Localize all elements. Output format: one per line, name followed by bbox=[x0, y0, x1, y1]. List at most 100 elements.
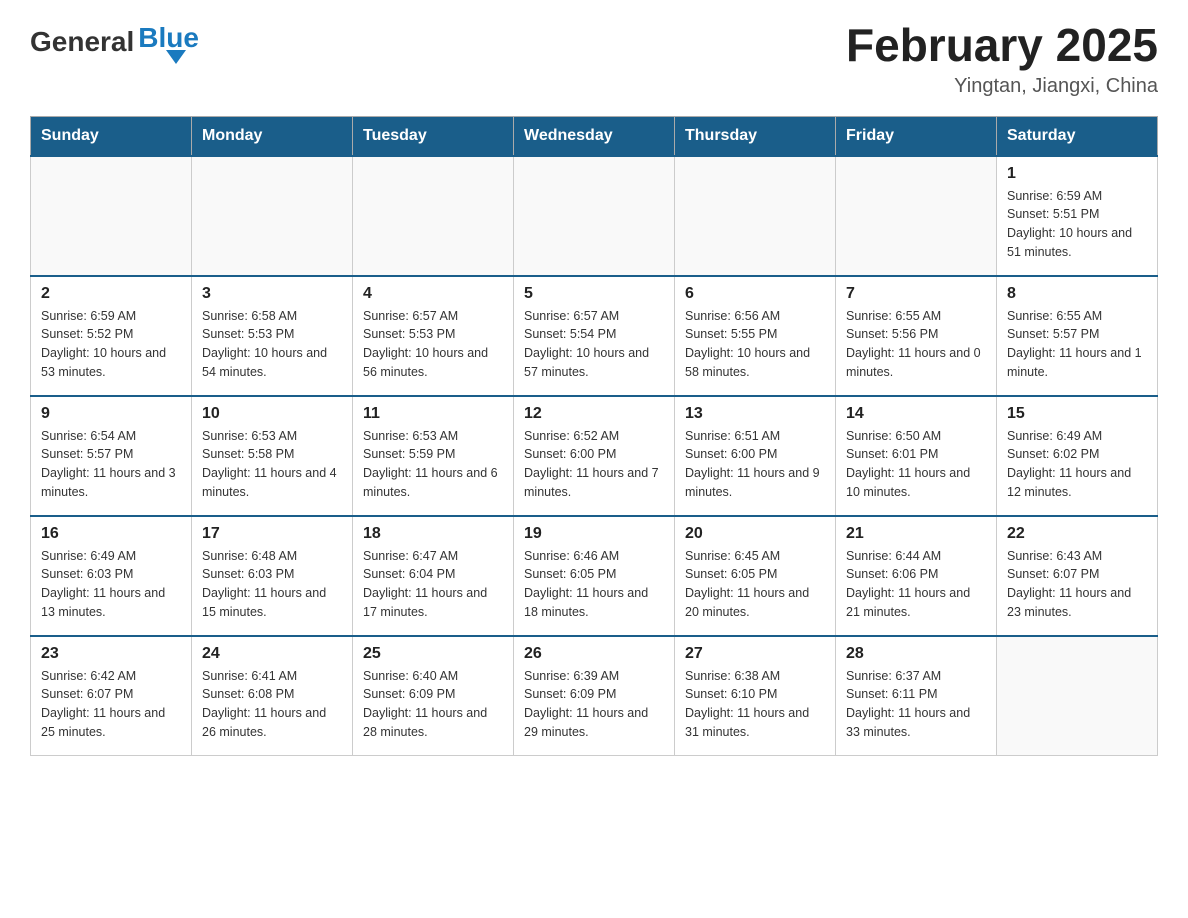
day-info: Sunrise: 6:58 AMSunset: 5:53 PMDaylight:… bbox=[202, 307, 342, 382]
day-number: 10 bbox=[202, 405, 342, 423]
col-thursday: Thursday bbox=[675, 116, 836, 156]
day-number: 12 bbox=[524, 405, 664, 423]
day-info: Sunrise: 6:59 AMSunset: 5:51 PMDaylight:… bbox=[1007, 187, 1147, 262]
calendar-day-32: 27 Sunrise: 6:38 AMSunset: 6:10 PMDayligh… bbox=[675, 636, 836, 756]
day-info: Sunrise: 6:40 AMSunset: 6:09 PMDaylight:… bbox=[363, 667, 503, 742]
day-number: 9 bbox=[41, 405, 181, 423]
calendar-day-13: 8Sunrise: 6:55 AMSunset: 5:57 PMDaylight… bbox=[997, 276, 1158, 396]
calendar-day-0 bbox=[31, 156, 192, 276]
day-number: 18 bbox=[363, 525, 503, 543]
week-row-0: 1 Sunrise: 6:59 AMSunset: 5:51 PMDaylight… bbox=[31, 156, 1158, 276]
day-info: Sunrise: 6:55 AMSunset: 5:57 PMDaylight:… bbox=[1007, 307, 1147, 382]
calendar-day-26: 21 Sunrise: 6:44 AMSunset: 6:06 PMDayligh… bbox=[836, 516, 997, 636]
calendar-day-17: 12 Sunrise: 6:52 AMSunset: 6:00 PMDayligh… bbox=[514, 396, 675, 516]
day-info: Sunrise: 6:41 AMSunset: 6:08 PMDaylight:… bbox=[202, 667, 342, 742]
day-info: Sunrise: 6:53 AMSunset: 5:59 PMDaylight:… bbox=[363, 427, 503, 502]
col-friday: Friday bbox=[836, 116, 997, 156]
day-number: 7 bbox=[846, 285, 986, 303]
col-saturday: Saturday bbox=[997, 116, 1158, 156]
day-info: Sunrise: 6:49 AMSunset: 6:02 PMDaylight:… bbox=[1007, 427, 1147, 502]
col-sunday: Sunday bbox=[31, 116, 192, 156]
day-info: Sunrise: 6:45 AMSunset: 6:05 PMDaylight:… bbox=[685, 547, 825, 622]
calendar-table: Sunday Monday Tuesday Wednesday Thursday… bbox=[30, 116, 1158, 757]
calendar-day-2 bbox=[353, 156, 514, 276]
col-tuesday: Tuesday bbox=[353, 116, 514, 156]
calendar-day-21: 16 Sunrise: 6:49 AMSunset: 6:03 PMDayligh… bbox=[31, 516, 192, 636]
day-number: 19 bbox=[524, 525, 664, 543]
day-info: Sunrise: 6:38 AMSunset: 6:10 PMDaylight:… bbox=[685, 667, 825, 742]
logo-blue-text: Blue bbox=[138, 24, 199, 52]
day-number: 14 bbox=[846, 405, 986, 423]
calendar-day-23: 18Sunrise: 6:47 AMSunset: 6:04 PMDayligh… bbox=[353, 516, 514, 636]
calendar-day-28: 23 Sunrise: 6:42 AMSunset: 6:07 PMDayligh… bbox=[31, 636, 192, 756]
col-monday: Monday bbox=[192, 116, 353, 156]
calendar-day-14: 9 Sunrise: 6:54 AMSunset: 5:57 PMDaylight… bbox=[31, 396, 192, 516]
day-info: Sunrise: 6:56 AMSunset: 5:55 PMDaylight:… bbox=[685, 307, 825, 382]
day-number: 16 bbox=[41, 525, 181, 543]
day-info: Sunrise: 6:55 AMSunset: 5:56 PMDaylight:… bbox=[846, 307, 986, 382]
page-header: General Blue February 2025 Yingtan, Jian… bbox=[30, 20, 1158, 98]
day-info: Sunrise: 6:57 AMSunset: 5:54 PMDaylight:… bbox=[524, 307, 664, 382]
day-number: 3 bbox=[202, 285, 342, 303]
day-info: Sunrise: 6:50 AMSunset: 6:01 PMDaylight:… bbox=[846, 427, 986, 502]
week-row-3: 16 Sunrise: 6:49 AMSunset: 6:03 PMDayligh… bbox=[31, 516, 1158, 636]
day-info: Sunrise: 6:51 AMSunset: 6:00 PMDaylight:… bbox=[685, 427, 825, 502]
day-info: Sunrise: 6:49 AMSunset: 6:03 PMDaylight:… bbox=[41, 547, 181, 622]
calendar-day-25: 20Sunrise: 6:45 AMSunset: 6:05 PMDayligh… bbox=[675, 516, 836, 636]
day-number: 2 bbox=[41, 285, 181, 303]
day-number: 28 bbox=[846, 645, 986, 663]
day-number: 1 bbox=[1007, 165, 1147, 183]
day-number: 22 bbox=[1007, 525, 1147, 543]
day-number: 5 bbox=[524, 285, 664, 303]
calendar-day-18: 13Sunrise: 6:51 AMSunset: 6:00 PMDayligh… bbox=[675, 396, 836, 516]
day-info: Sunrise: 6:43 AMSunset: 6:07 PMDaylight:… bbox=[1007, 547, 1147, 622]
week-row-4: 23 Sunrise: 6:42 AMSunset: 6:07 PMDayligh… bbox=[31, 636, 1158, 756]
day-info: Sunrise: 6:57 AMSunset: 5:53 PMDaylight:… bbox=[363, 307, 503, 382]
calendar-day-9: 4 Sunrise: 6:57 AMSunset: 5:53 PMDaylight… bbox=[353, 276, 514, 396]
calendar-day-11: 6 Sunrise: 6:56 AMSunset: 5:55 PMDaylight… bbox=[675, 276, 836, 396]
title-block: February 2025 Yingtan, Jiangxi, China bbox=[846, 20, 1158, 98]
day-number: 23 bbox=[41, 645, 181, 663]
day-number: 11 bbox=[363, 405, 503, 423]
calendar-day-30: 25Sunrise: 6:40 AMSunset: 6:09 PMDayligh… bbox=[353, 636, 514, 756]
day-number: 17 bbox=[202, 525, 342, 543]
day-info: Sunrise: 6:54 AMSunset: 5:57 PMDaylight:… bbox=[41, 427, 181, 502]
day-info: Sunrise: 6:39 AMSunset: 6:09 PMDaylight:… bbox=[524, 667, 664, 742]
day-number: 6 bbox=[685, 285, 825, 303]
day-number: 4 bbox=[363, 285, 503, 303]
calendar-day-34 bbox=[997, 636, 1158, 756]
location-subtitle: Yingtan, Jiangxi, China bbox=[846, 75, 1158, 98]
col-wednesday: Wednesday bbox=[514, 116, 675, 156]
logo-general-text: General bbox=[30, 28, 134, 56]
calendar-day-1 bbox=[192, 156, 353, 276]
calendar-day-12: 7 Sunrise: 6:55 AMSunset: 5:56 PMDaylight… bbox=[836, 276, 997, 396]
week-row-2: 9 Sunrise: 6:54 AMSunset: 5:57 PMDaylight… bbox=[31, 396, 1158, 516]
calendar-day-3 bbox=[514, 156, 675, 276]
calendar-day-16: 11 Sunrise: 6:53 AMSunset: 5:59 PMDayligh… bbox=[353, 396, 514, 516]
calendar-day-33: 28Sunrise: 6:37 AMSunset: 6:11 PMDayligh… bbox=[836, 636, 997, 756]
calendar-day-4 bbox=[675, 156, 836, 276]
calendar-day-31: 26 Sunrise: 6:39 AMSunset: 6:09 PMDayligh… bbox=[514, 636, 675, 756]
calendar-day-29: 24 Sunrise: 6:41 AMSunset: 6:08 PMDayligh… bbox=[192, 636, 353, 756]
logo: General Blue bbox=[30, 20, 199, 64]
calendar-day-10: 5 Sunrise: 6:57 AMSunset: 5:54 PMDaylight… bbox=[514, 276, 675, 396]
day-info: Sunrise: 6:59 AMSunset: 5:52 PMDaylight:… bbox=[41, 307, 181, 382]
day-info: Sunrise: 6:46 AMSunset: 6:05 PMDaylight:… bbox=[524, 547, 664, 622]
calendar-day-7: 2 Sunrise: 6:59 AMSunset: 5:52 PMDaylight… bbox=[31, 276, 192, 396]
calendar-day-8: 3 Sunrise: 6:58 AMSunset: 5:53 PMDaylight… bbox=[192, 276, 353, 396]
day-info: Sunrise: 6:53 AMSunset: 5:58 PMDaylight:… bbox=[202, 427, 342, 502]
day-number: 26 bbox=[524, 645, 664, 663]
day-number: 27 bbox=[685, 645, 825, 663]
day-number: 24 bbox=[202, 645, 342, 663]
day-info: Sunrise: 6:52 AMSunset: 6:00 PMDaylight:… bbox=[524, 427, 664, 502]
day-info: Sunrise: 6:42 AMSunset: 6:07 PMDaylight:… bbox=[41, 667, 181, 742]
day-info: Sunrise: 6:48 AMSunset: 6:03 PMDaylight:… bbox=[202, 547, 342, 622]
calendar-day-5 bbox=[836, 156, 997, 276]
day-info: Sunrise: 6:44 AMSunset: 6:06 PMDaylight:… bbox=[846, 547, 986, 622]
calendar-day-15: 10 Sunrise: 6:53 AMSunset: 5:58 PMDayligh… bbox=[192, 396, 353, 516]
calendar-day-22: 17 Sunrise: 6:48 AMSunset: 6:03 PMDayligh… bbox=[192, 516, 353, 636]
week-row-1: 2 Sunrise: 6:59 AMSunset: 5:52 PMDaylight… bbox=[31, 276, 1158, 396]
calendar-day-20: 15 Sunrise: 6:49 AMSunset: 6:02 PMDayligh… bbox=[997, 396, 1158, 516]
day-number: 15 bbox=[1007, 405, 1147, 423]
day-number: 21 bbox=[846, 525, 986, 543]
